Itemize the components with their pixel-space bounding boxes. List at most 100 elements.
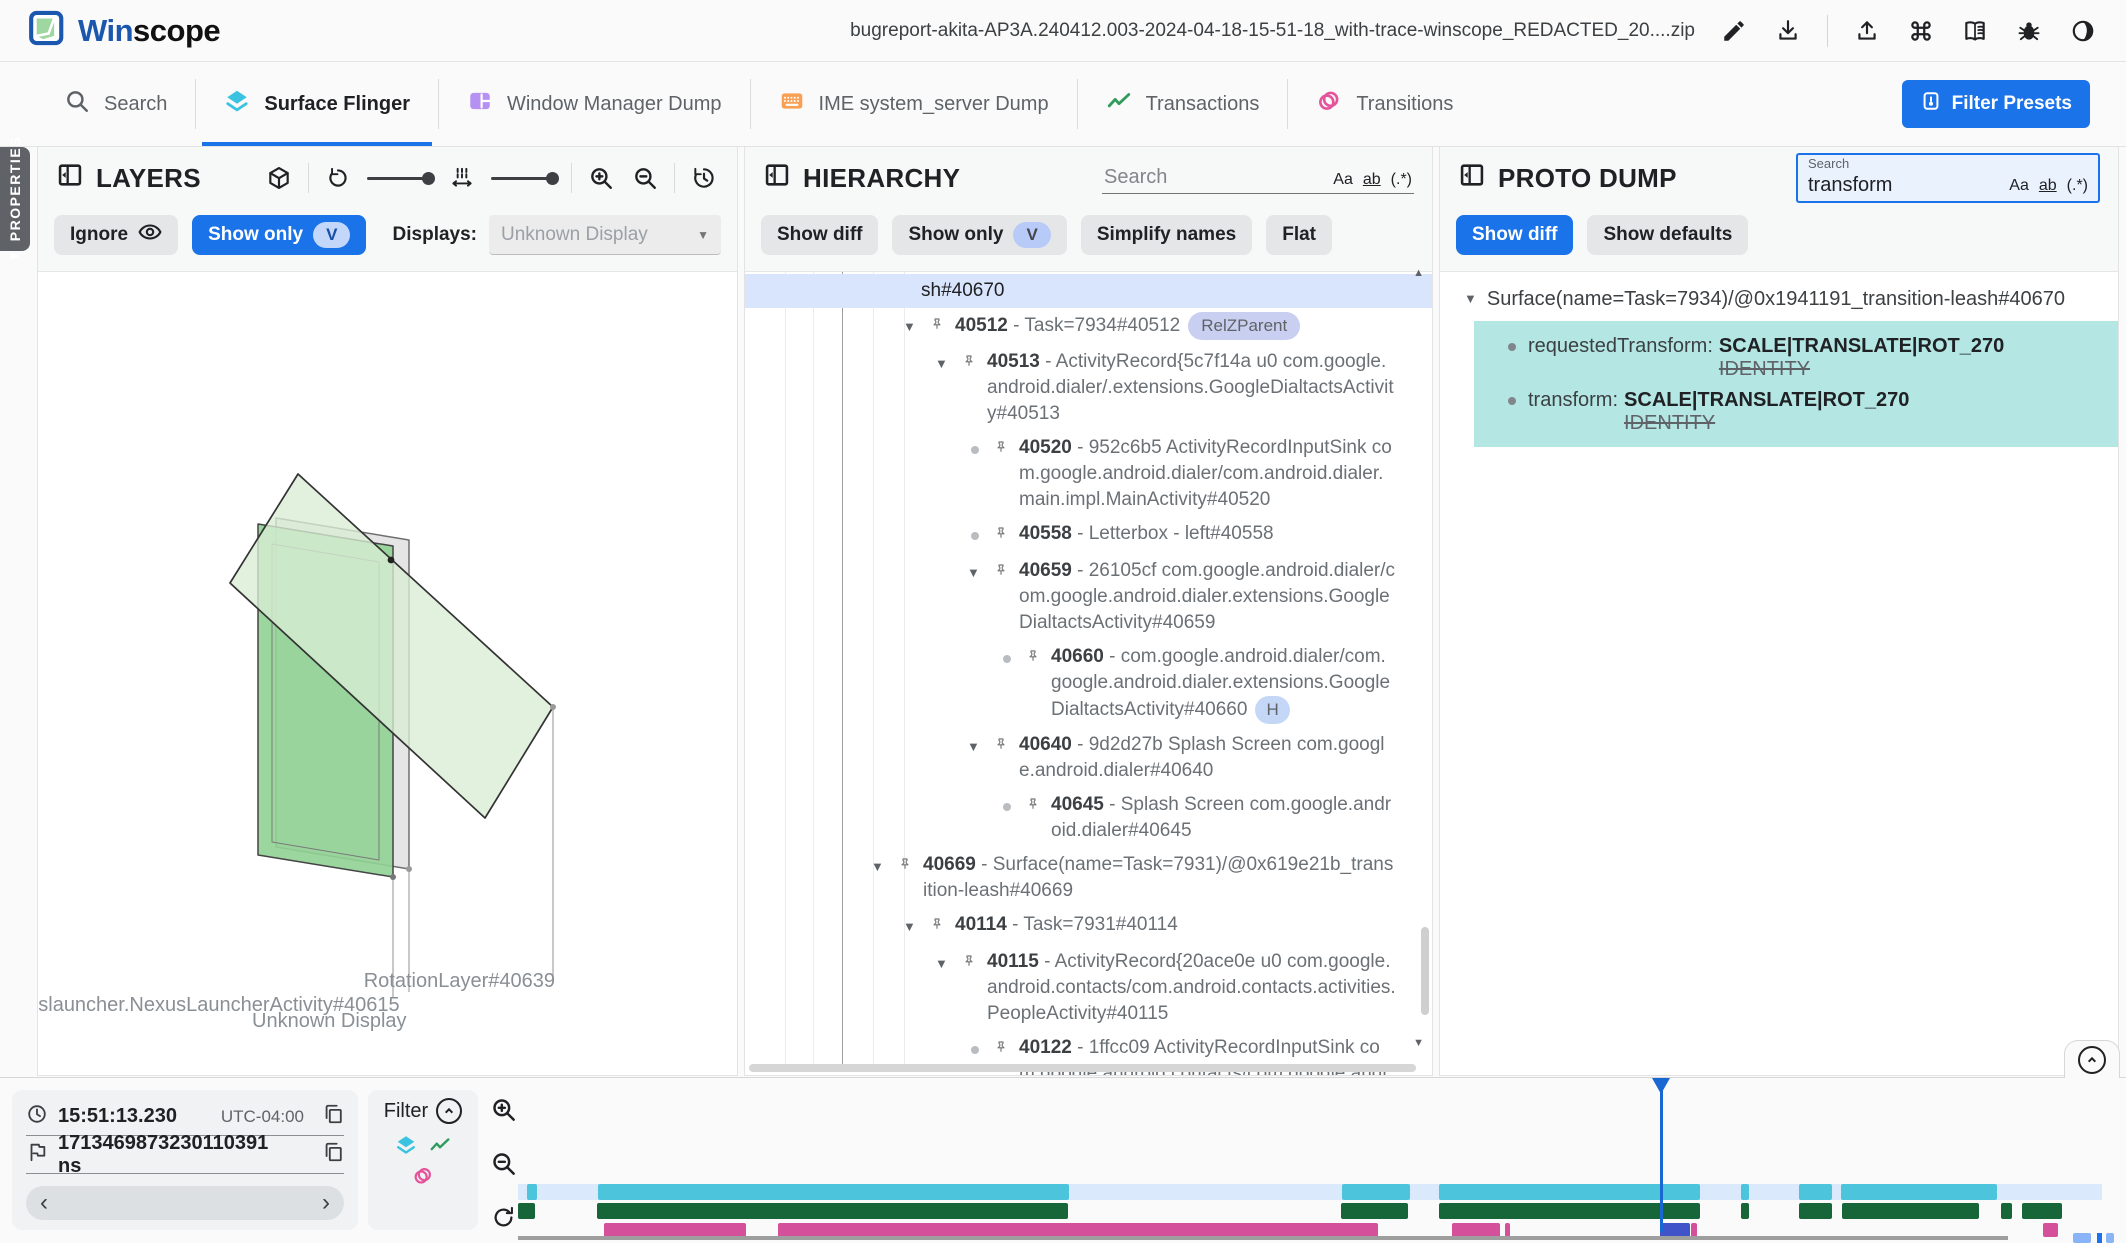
pin-icon[interactable]	[993, 558, 1019, 587]
layer-spacing-icon[interactable]	[447, 163, 477, 193]
collapse-arrow-icon[interactable]: ▼	[1464, 288, 1477, 306]
timeline-cursor-line[interactable]	[1660, 1080, 1663, 1232]
surface-flinger-segment[interactable]	[598, 1184, 1069, 1200]
ns-time-value[interactable]: 1713469873230110391 ns	[58, 1132, 294, 1178]
timeline-reset-icon[interactable]	[490, 1204, 517, 1236]
copy-time-icon[interactable]	[322, 1103, 344, 1130]
tree-node[interactable]: 40520 - 952c6b5 ActivityRecordInputSink …	[745, 431, 1432, 517]
tree-node[interactable]: 40645 - Splash Screen com.google.android…	[745, 788, 1432, 848]
pin-icon[interactable]	[929, 312, 955, 341]
proto-root-node[interactable]: ▼ Surface(name=Task=7934)/@0x1941191_tra…	[1440, 282, 2118, 321]
proto-show-diff-button[interactable]: Show diff	[1456, 215, 1573, 255]
scroll-up-icon[interactable]: ▲	[1413, 267, 1424, 279]
transitions-segment[interactable]	[778, 1223, 1378, 1237]
3d-view-icon[interactable]	[264, 163, 294, 193]
timeline-scrollbar-handle-dark[interactable]	[2097, 1233, 2102, 1243]
surface-flinger-segment[interactable]	[1741, 1184, 1749, 1200]
scroll-down-icon[interactable]: ▼	[1413, 1037, 1424, 1049]
collapse-timeline-tab[interactable]	[2064, 1040, 2120, 1078]
surface-flinger-segment[interactable]	[1342, 1184, 1410, 1200]
collapse-arrow-icon[interactable]: ▼	[871, 852, 897, 880]
zoom-in-icon[interactable]	[586, 163, 616, 193]
spacing-slider[interactable]	[491, 177, 557, 180]
rotation-slider[interactable]	[367, 177, 433, 180]
collapse-arrow-icon[interactable]: ▼	[935, 949, 961, 977]
human-time-value[interactable]: 15:51:13.230	[58, 1105, 177, 1128]
tree-node[interactable]: ▼40659 - 26105cf com.google.android.dial…	[745, 554, 1432, 640]
documentation-icon[interactable]	[1960, 16, 1990, 46]
match-case-icon[interactable]: Aa	[2009, 177, 2029, 195]
timeline-zoom-out-icon[interactable]	[490, 1150, 517, 1182]
pin-icon[interactable]	[993, 521, 1019, 550]
simplify-names-button[interactable]: Simplify names	[1081, 215, 1252, 255]
match-word-icon[interactable]: ab	[1363, 171, 1381, 189]
match-regex-icon[interactable]: (.*)	[1391, 171, 1412, 189]
timeline-scrollbar-handle[interactable]	[2073, 1233, 2091, 1243]
proto-property[interactable]: requestedTransform:SCALE|TRANSLATE|ROT_2…	[1474, 327, 2118, 381]
next-entry-button[interactable]: ›	[322, 1193, 330, 1213]
layers-3d-canvas[interactable]: RotationLayer#40639 exuslauncher.NexusLa…	[38, 272, 737, 1075]
proto-property[interactable]: transform:SCALE|TRANSLATE|ROT_270IDENTIT…	[1474, 381, 2118, 435]
displays-select[interactable]: Unknown Display ▼	[489, 215, 721, 255]
transitions-segment[interactable]	[1691, 1223, 1697, 1237]
collapse-arrow-icon[interactable]: ▼	[967, 732, 993, 760]
edit-icon[interactable]	[1719, 16, 1749, 46]
copy-ns-icon[interactable]	[322, 1141, 344, 1168]
surface-flinger-segment[interactable]	[1799, 1184, 1832, 1200]
tab-transitions[interactable]: Transitions	[1288, 62, 1481, 146]
transactions-segment[interactable]	[1842, 1203, 1979, 1219]
surface-flinger-segment[interactable]	[1841, 1184, 1997, 1200]
filter-transitions-icon[interactable]	[412, 1165, 434, 1192]
pin-icon[interactable]	[993, 732, 1019, 761]
shortcuts-icon[interactable]	[1906, 16, 1936, 46]
tab-ime[interactable]: IME system_server Dump	[751, 62, 1077, 146]
pin-icon[interactable]	[993, 435, 1019, 464]
transitions-segment[interactable]	[604, 1223, 746, 1237]
tree-node[interactable]: ▼40115 - ActivityRecord{20ace0e u0 com.g…	[745, 945, 1432, 1031]
horizontal-scrollbar[interactable]	[749, 1064, 1416, 1072]
transactions-segment[interactable]	[2001, 1203, 2012, 1219]
transactions-segment[interactable]	[1341, 1203, 1408, 1219]
pin-icon[interactable]	[961, 349, 987, 378]
collapse-arrow-icon[interactable]: ▼	[935, 349, 961, 377]
proto-search-input[interactable]	[1808, 174, 1958, 197]
tree-node[interactable]: ▼40513 - ActivityRecord{5c7f14a u0 com.g…	[745, 345, 1432, 431]
tree-node[interactable]: ▼40669 - Surface(name=Task=7931)/@0x619e…	[745, 848, 1432, 908]
transactions-segment[interactable]	[597, 1203, 1068, 1219]
tab-transactions[interactable]: Transactions	[1078, 62, 1288, 146]
tab-window-manager[interactable]: Window Manager Dump	[439, 62, 750, 146]
pin-icon[interactable]	[961, 949, 987, 978]
transactions-segment[interactable]	[518, 1203, 535, 1219]
collapse-arrow-icon[interactable]: ▼	[903, 912, 929, 940]
tree-node[interactable]: 40660 - com.google.android.dialer/com.go…	[745, 640, 1432, 728]
vertical-scrollbar[interactable]	[1421, 927, 1429, 1015]
transactions-segment[interactable]	[1741, 1203, 1749, 1219]
timeline-scrollbar-handle[interactable]	[2106, 1233, 2114, 1243]
tree-node[interactable]: ▼40512 - Task=7934#40512RelZParent	[745, 308, 1432, 345]
tree-node[interactable]: 40558 - Letterbox - left#40558	[745, 517, 1432, 554]
pin-icon[interactable]	[993, 1035, 1019, 1064]
prev-entry-button[interactable]: ‹	[40, 1193, 48, 1213]
transactions-segment[interactable]	[1799, 1203, 1832, 1219]
match-regex-icon[interactable]: (.*)	[2067, 177, 2088, 195]
match-word-icon[interactable]: ab	[2039, 177, 2057, 195]
tab-search[interactable]: Search	[36, 62, 195, 146]
transitions-segment[interactable]	[1660, 1223, 1690, 1237]
pin-icon[interactable]	[897, 852, 923, 881]
filter-presets-button[interactable]: Filter Presets	[1902, 80, 2090, 128]
filter-collapse-icon[interactable]	[436, 1098, 462, 1124]
collapse-arrow-icon[interactable]: ▼	[903, 312, 929, 340]
transitions-segment[interactable]	[2043, 1223, 2058, 1237]
tree-node[interactable]: ▼40640 - 9d2d27b Splash Screen com.googl…	[745, 728, 1432, 788]
surface-flinger-segment[interactable]	[527, 1184, 537, 1200]
upload-icon[interactable]	[1852, 16, 1882, 46]
timeline-canvas[interactable]	[518, 1078, 2126, 1241]
show-only-button[interactable]: Show only V	[892, 215, 1066, 255]
pin-icon[interactable]	[1025, 644, 1051, 673]
proto-show-defaults-button[interactable]: Show defaults	[1587, 215, 1748, 255]
dark-mode-icon[interactable]	[2068, 16, 2098, 46]
tree-node[interactable]: sh#40670	[745, 274, 1432, 308]
collapse-arrow-icon[interactable]: ▼	[967, 558, 993, 586]
reset-view-icon[interactable]	[689, 163, 719, 193]
tab-surface-flinger[interactable]: Surface Flinger	[196, 62, 438, 146]
